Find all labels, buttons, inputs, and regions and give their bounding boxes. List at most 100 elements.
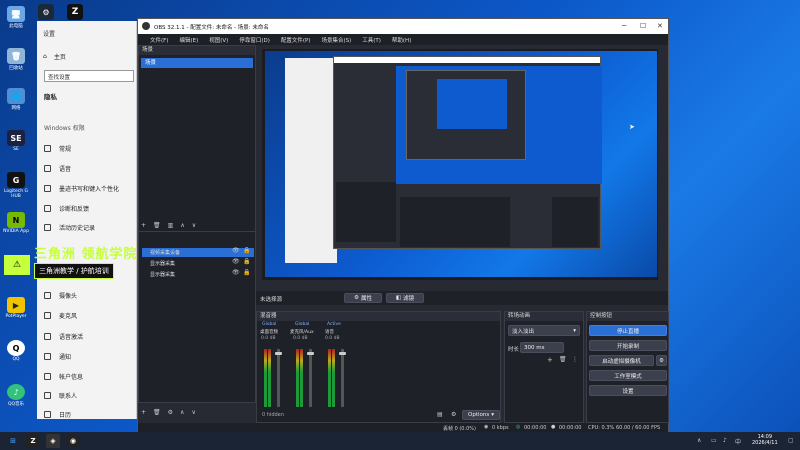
settings-item-calendar[interactable]: 日历 bbox=[44, 410, 71, 419]
maximize-icon[interactable]: ☐ bbox=[640, 22, 646, 30]
fader-knob[interactable] bbox=[339, 352, 346, 355]
settings-item-contacts[interactable]: 联系人 bbox=[44, 391, 77, 400]
settings-item-account[interactable]: 帐户信息 bbox=[44, 372, 83, 381]
settings-item-notifications[interactable]: 通知 bbox=[44, 352, 71, 361]
settings-title: 设置 bbox=[43, 31, 56, 38]
studio-mode-button[interactable]: 工作室模式 bbox=[589, 370, 667, 381]
scene-filter-icon[interactable]: ▥ bbox=[168, 222, 174, 229]
obs-app-icon bbox=[142, 22, 150, 30]
fader-knob[interactable] bbox=[275, 352, 282, 355]
menu-view[interactable]: 视图(V) bbox=[209, 36, 228, 44]
taskbar-app-z-icon[interactable]: Z bbox=[26, 434, 40, 448]
volume-fader[interactable] bbox=[309, 349, 312, 407]
desktop-icon-pc[interactable]: 🖥 此电脑 bbox=[2, 6, 30, 29]
minimize-icon[interactable]: ─ bbox=[622, 22, 626, 30]
menu-profile[interactable]: 配置文件(P) bbox=[281, 36, 311, 44]
desktop-icon-potplayer[interactable]: ▶ PotPlayer bbox=[2, 297, 30, 319]
remove-scene-icon[interactable]: 🗑 bbox=[153, 222, 161, 229]
transition-select[interactable]: 淡入淡出 ▾ bbox=[508, 325, 580, 336]
menu-edit[interactable]: 编辑(E) bbox=[179, 36, 198, 44]
visibility-eye-icon[interactable]: 👁 bbox=[232, 247, 240, 254]
desktop-icon-nvidia[interactable]: N NVIDIA App bbox=[2, 212, 30, 234]
settings-item-general[interactable]: 常规 bbox=[44, 144, 71, 153]
scene-item[interactable]: 场景 bbox=[141, 58, 253, 68]
fader-knob[interactable] bbox=[307, 352, 314, 355]
add-scene-icon[interactable]: + bbox=[141, 222, 146, 229]
nested-preview bbox=[396, 66, 602, 184]
taskbar-app-icon[interactable]: ◈ bbox=[46, 434, 60, 448]
source-settings-icon[interactable]: ⚙ bbox=[168, 409, 173, 416]
obs-titlebar[interactable]: OBS 32.1.1 - 配置文件: 未命名 - 场景: 未命名 ─ ☐ ✕ bbox=[138, 19, 668, 34]
desktop-icon-network[interactable]: 🌐 网络 bbox=[2, 88, 30, 111]
menu-help[interactable]: 帮助(H) bbox=[392, 36, 411, 44]
lock-icon[interactable]: 🔒 bbox=[243, 269, 250, 276]
volume-meter bbox=[268, 349, 271, 407]
settings-item-voice[interactable]: 语音 bbox=[44, 164, 71, 173]
menu-scene-collection[interactable]: 场景集合(S) bbox=[321, 36, 351, 44]
settings-item-camera[interactable]: 摄像头 bbox=[44, 291, 77, 300]
desktop-icon-ghub[interactable]: G Logitech G HUB bbox=[2, 172, 30, 199]
windows-start-icon[interactable]: ⊞ bbox=[6, 434, 20, 448]
tray-volume-icon[interactable]: ♪ bbox=[723, 437, 727, 444]
settings-item-history[interactable]: 活动历史记录 bbox=[44, 223, 95, 232]
properties-button[interactable]: ⚙ 属性 bbox=[344, 293, 382, 303]
taskbar-obs-icon[interactable]: ◉ bbox=[66, 434, 80, 448]
channel-name: 语音 bbox=[325, 330, 334, 335]
settings-button[interactable]: 设置 bbox=[589, 385, 667, 396]
volume-fader[interactable] bbox=[341, 349, 344, 407]
qq-icon: Q bbox=[7, 340, 25, 356]
tray-chevron-icon[interactable]: ∧ bbox=[697, 437, 701, 444]
start-virtual-camera-button[interactable]: 启动虚拟摄像机 bbox=[589, 355, 654, 366]
menu-docks[interactable]: 停靠窗口(D) bbox=[239, 36, 270, 44]
move-up-icon[interactable]: ∧ bbox=[180, 222, 184, 229]
virtual-camera-settings-button[interactable]: ⚙ bbox=[656, 355, 667, 366]
volume-fader[interactable] bbox=[277, 349, 280, 407]
settings-window: 设置 ⌂ 主页 查找设置 隐私 Windows 权限 常规 语音 墨迹书写和键入… bbox=[37, 21, 137, 419]
taskbar-clock[interactable]: 14:09 2026/4/11 bbox=[752, 434, 778, 446]
mixer-settings-icon[interactable]: ⚙ bbox=[451, 411, 456, 418]
tray-network-icon[interactable]: ▭ bbox=[711, 437, 717, 444]
settings-item-feedback[interactable]: 诊断和反馈 bbox=[44, 204, 89, 213]
menu-file[interactable]: 文件(F) bbox=[150, 36, 168, 44]
mixer-options-button[interactable]: Options ▾ bbox=[462, 410, 500, 420]
desktop-icon-se[interactable]: SE SE bbox=[2, 130, 30, 152]
desktop-icon-qq[interactable]: Q QQ bbox=[2, 340, 30, 362]
lock-icon[interactable]: 🔒 bbox=[243, 247, 250, 254]
tray-ime-icon[interactable]: 中 bbox=[735, 437, 741, 446]
settings-item-mic[interactable]: 麦克风 bbox=[44, 311, 77, 320]
top-app-icon-z[interactable]: Z bbox=[67, 4, 83, 20]
visibility-eye-icon[interactable]: 👁 bbox=[232, 258, 240, 265]
stop-streaming-button[interactable]: 停止直播 bbox=[589, 325, 667, 336]
fps: 60.00 / 60.00 FPS bbox=[616, 425, 661, 431]
remove-source-icon[interactable]: 🗑 bbox=[153, 409, 161, 416]
start-recording-button[interactable]: 开始录制 bbox=[589, 340, 667, 351]
chevron-down-icon: ▾ bbox=[491, 412, 494, 418]
move-down-icon[interactable]: ∨ bbox=[192, 222, 196, 229]
qq-music-icon: ♪ bbox=[7, 384, 25, 400]
preview-area[interactable]: ➤ bbox=[262, 49, 658, 280]
mixer-layout-icon[interactable]: ▤ bbox=[437, 411, 443, 418]
notification-icon[interactable]: ▢ bbox=[788, 437, 794, 444]
remove-transition-icon[interactable]: 🗑 bbox=[559, 356, 567, 363]
transition-menu-icon[interactable]: ⋮ bbox=[572, 356, 578, 363]
add-source-icon[interactable]: + bbox=[141, 409, 146, 416]
add-transition-icon[interactable]: + bbox=[547, 356, 553, 364]
menu-tools[interactable]: 工具(T) bbox=[362, 36, 381, 44]
top-app-icon-steam[interactable]: ⚙ bbox=[38, 4, 54, 20]
filters-button[interactable]: ◧ 滤镜 bbox=[386, 293, 424, 303]
desktop-icon-qqmusic[interactable]: ♪ QQ音乐 bbox=[2, 384, 30, 407]
move-down-icon[interactable]: ∨ bbox=[191, 409, 195, 416]
calendar-icon bbox=[44, 411, 51, 418]
move-up-icon[interactable]: ∧ bbox=[180, 409, 184, 416]
lock-icon[interactable]: 🔒 bbox=[243, 258, 250, 265]
settings-item-voice-activation[interactable]: 语音激活 bbox=[44, 332, 83, 341]
visibility-eye-icon[interactable]: 👁 bbox=[232, 269, 240, 276]
close-icon[interactable]: ✕ bbox=[657, 22, 663, 30]
desktop-icon-recycle[interactable]: 🗑 回收站 bbox=[2, 48, 30, 71]
settings-search-input[interactable]: 查找设置 bbox=[44, 70, 134, 82]
settings-home-link[interactable]: ⌂ 主页 bbox=[43, 52, 66, 61]
obs-menubar: 文件(F) 编辑(E) 视图(V) 停靠窗口(D) 配置文件(P) 场景集合(S… bbox=[138, 34, 668, 45]
channel-db: 0.0 dB bbox=[325, 336, 340, 341]
settings-item-ink[interactable]: 墨迹书写和键入个性化 bbox=[44, 184, 119, 193]
duration-input[interactable]: 300 ms bbox=[520, 342, 564, 353]
